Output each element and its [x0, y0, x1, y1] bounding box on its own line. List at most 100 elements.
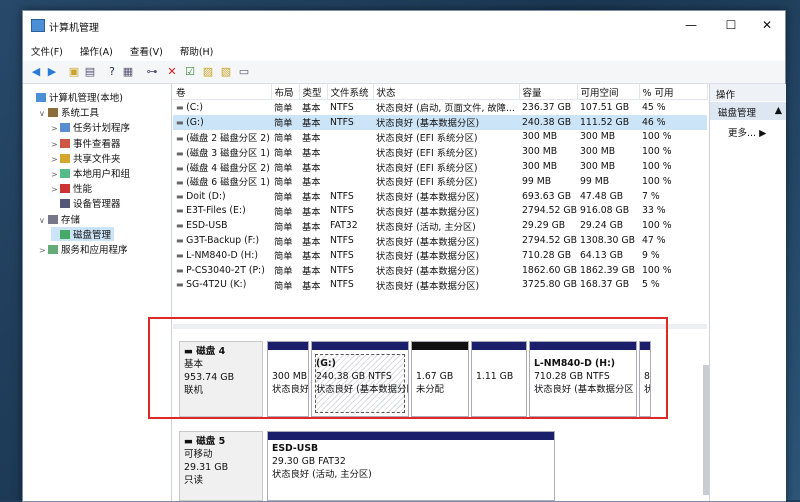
delete-icon[interactable]: ✕: [165, 65, 179, 79]
toolbar: ◀ ▶ ▣ ▤ ? ▦ ⊶ ✕ ☑ ▨ ▧ ▭: [23, 61, 785, 84]
column-header[interactable]: 可用空间: [577, 84, 640, 100]
tree-item-4[interactable]: > 共享文件夹: [51, 151, 121, 165]
disk5-info[interactable]: ▬ 磁盘 5 可移动 29.31 GB 只读: [179, 431, 263, 501]
table-cell: 47.48 GB: [580, 190, 624, 202]
table-cell: 300 MB: [580, 131, 616, 143]
expander-icon[interactable]: >: [51, 140, 60, 149]
table-row[interactable]: ▬ L-NM840-D (H:) 简单 基本 NTFS 状态良好 (基本数据分区) 710…: [173, 248, 707, 263]
table-row[interactable]: ▬ E3T-Files (E:) 简单 基本 NTFS 状态良好 (基本数据分区) 279…: [173, 204, 707, 219]
table-cell: NTFS: [330, 249, 354, 261]
tree-item-8[interactable]: ∨ 存储: [39, 212, 80, 226]
search-folder-icon[interactable]: ▨: [201, 65, 215, 79]
tree-item-0[interactable]: 计算机管理(本地): [27, 90, 123, 104]
table-row[interactable]: ▬ (磁盘 4 磁盘分区 2) 简单 基本 状态良好 (EFI 系统分区) 300 MB…: [173, 159, 707, 174]
table-row[interactable]: ▬ ESD-USB 简单 基本 FAT32 状态良好 (活动, 主分区) 29.29 GB…: [173, 218, 707, 233]
expander-icon[interactable]: >: [51, 185, 60, 194]
tree-item-7[interactable]: 设备管理器: [51, 196, 121, 210]
menu-file[interactable]: 文件(F): [23, 41, 69, 58]
volume-name: G3T-Backup (F:): [186, 235, 260, 247]
menu-help[interactable]: 帮助(H): [172, 41, 220, 58]
open-icon[interactable]: ▧: [219, 65, 233, 79]
column-header[interactable]: 容量: [519, 84, 578, 100]
volume-name: ESD-USB: [186, 220, 228, 232]
table-cell: 状态良好 (基本数据分区): [376, 192, 480, 204]
table-cell: 状态良好 (EFI 系统分区): [376, 162, 478, 174]
check-icon[interactable]: ☑: [183, 65, 197, 79]
back-arrow-icon[interactable]: ◀: [29, 65, 43, 79]
table-cell: 状态良好 (活动, 主分区): [376, 221, 476, 233]
tree-item-9[interactable]: 磁盘管理: [51, 226, 115, 241]
table-row[interactable]: ▬ G3T-Backup (F:) 简单 基本 NTFS 状态良好 (基本数据分区) 27…: [173, 233, 707, 248]
properties-icon[interactable]: ▦: [121, 65, 135, 79]
volume-icon: ▬: [176, 117, 187, 127]
expander-icon[interactable]: >: [51, 155, 60, 164]
actions-section-disk-management[interactable]: 磁盘管理 ▲: [710, 102, 786, 120]
tree-item-6[interactable]: > 性能: [51, 181, 92, 195]
show-hide-tree-icon[interactable]: ▤: [83, 65, 97, 79]
table-row[interactable]: ▬ (磁盘 3 磁盘分区 1) 简单 基本 状态良好 (EFI 系统分区) 300 MB…: [173, 144, 707, 159]
expander-icon[interactable]: >: [39, 246, 48, 255]
table-cell: ▬ P-CS3040-2T (P:): [173, 263, 271, 278]
help-icon[interactable]: ?: [105, 65, 119, 79]
table-cell: 基本: [302, 132, 321, 144]
column-header[interactable]: 布局: [271, 84, 300, 100]
table-cell: 99 MB: [580, 175, 610, 187]
table-row[interactable]: ▬ SG-4T2U (K:) 简单 基本 NTFS 状态良好 (基本数据分区) 3725.…: [173, 278, 707, 293]
tree-item-2[interactable]: > 任务计划程序: [51, 120, 130, 134]
table-cell: 简单: [274, 251, 293, 263]
table-row[interactable]: ▬ (G:) 简单 基本 NTFS 状态良好 (基本数据分区) 240.38 GB 111.…: [173, 114, 707, 130]
column-header[interactable]: 状态: [373, 84, 520, 100]
disk5-partition[interactable]: ESD-USB 29.30 GB FAT32 状态良好 (活动, 主分区): [267, 431, 555, 501]
table-cell: ▬ (磁盘 3 磁盘分区 1): [173, 144, 271, 159]
table-cell: NTFS: [330, 101, 354, 113]
table-cell: 107.51 GB: [580, 101, 630, 113]
table-cell: 7 %: [642, 190, 660, 202]
tree-item-1[interactable]: ∨ 系统工具: [39, 105, 99, 119]
table-cell: NTFS: [330, 190, 354, 202]
table-row[interactable]: ▬ P-CS3040-2T (P:) 简单 基本 NTFS 状态良好 (基本数据分区) 1…: [173, 263, 707, 278]
table-row[interactable]: ▬ (磁盘 2 磁盘分区 2) 简单 基本 状态良好 (EFI 系统分区) 300 MB…: [173, 130, 707, 145]
table-cell: 简单: [274, 266, 293, 278]
forward-arrow-icon[interactable]: ▶: [45, 65, 59, 79]
expander-icon[interactable]: ∨: [39, 216, 48, 225]
expander-icon[interactable]: >: [51, 170, 60, 179]
up-folder-icon[interactable]: ▣: [67, 65, 81, 79]
close-button[interactable]: ✕: [749, 15, 785, 35]
expander-icon[interactable]: >: [51, 124, 60, 133]
column-header[interactable]: 文件系统: [327, 84, 374, 100]
volume-name: (磁盘 6 磁盘分区 1): [186, 177, 270, 189]
volume-name: P-CS3040-2T (P:): [186, 264, 265, 276]
actions-more[interactable]: 更多... ▶: [728, 125, 766, 139]
column-header[interactable]: % 可用: [639, 84, 708, 100]
table-row[interactable]: ▬ (磁盘 6 磁盘分区 1) 简单 基本 状态良好 (EFI 系统分区) 99 MB 9…: [173, 174, 707, 189]
disk5-size: 29.31 GB: [184, 462, 229, 473]
table-cell: [327, 144, 373, 159]
connect-icon[interactable]: ⊶: [145, 65, 159, 79]
highlight-annotation: [148, 317, 668, 419]
tree-item-5[interactable]: > 本地用户和组: [51, 166, 130, 180]
table-row[interactable]: ▬ (C:) 简单 基本 NTFS 状态良好 (启动, 页面文件, 故障... 236.3…: [173, 100, 707, 115]
table-cell: 状态良好 (基本数据分区): [376, 206, 480, 218]
volume-icon: ▬: [176, 236, 187, 246]
minimize-button[interactable]: —: [673, 15, 709, 35]
menu-action[interactable]: 操作(A): [72, 41, 119, 58]
table-cell: 基本: [302, 280, 321, 292]
volume-icon: ▬: [176, 206, 187, 216]
tree-item-label: 存储: [61, 214, 81, 226]
table-cell: ▬ (磁盘 6 磁盘分区 1): [173, 174, 271, 189]
maximize-button[interactable]: ☐: [713, 15, 749, 35]
table-row[interactable]: ▬ Doit (D:) 简单 基本 NTFS 状态良好 (基本数据分区) 693.63 G…: [173, 189, 707, 204]
menu-view[interactable]: 查看(V): [122, 41, 169, 58]
tree-item-3[interactable]: > 事件查看器: [51, 136, 121, 150]
users-icon: [60, 169, 70, 178]
volume-icon: ▬: [176, 250, 187, 260]
window-icon[interactable]: ▭: [237, 65, 251, 79]
table-cell: 基本: [302, 192, 321, 204]
table-cell: 基本: [302, 236, 321, 248]
table-cell: NTFS: [330, 205, 354, 217]
column-header[interactable]: 类型: [299, 84, 328, 100]
column-header[interactable]: 卷: [173, 84, 272, 100]
tree-item-10[interactable]: > 服务和应用程序: [39, 242, 128, 256]
table-cell: ▬ (G:): [173, 114, 271, 130]
expander-icon[interactable]: ∨: [39, 109, 48, 118]
